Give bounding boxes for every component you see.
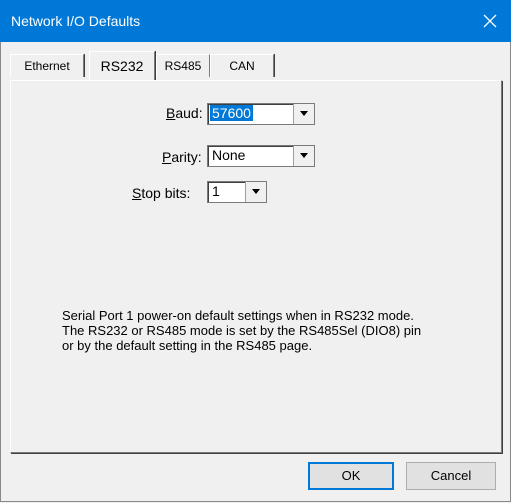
baud-label: Baud: (166, 105, 203, 121)
baud-dropdown-button[interactable] (293, 104, 314, 124)
window-title: Network I/O Defaults (11, 13, 141, 29)
parity-select[interactable]: None (207, 145, 315, 167)
description-line: Serial Port 1 power-on default settings … (62, 308, 414, 323)
tab-rs232[interactable]: RS232 (89, 51, 155, 80)
parity-dropdown-button[interactable] (293, 146, 314, 166)
description-text: Serial Port 1 power-on default settings … (62, 308, 492, 353)
close-button[interactable] (469, 0, 511, 42)
rs232-settings-panel: Baud: 57600 Parity: None Stop bits: 1 (10, 80, 502, 453)
tab-rs232-label: RS232 (100, 58, 144, 74)
stop-bits-dropdown-button[interactable] (245, 182, 266, 202)
title-bar: Network I/O Defaults (0, 0, 511, 42)
stop-bits-value: 1 (212, 183, 220, 199)
parity-label: Parity: (162, 149, 202, 165)
chevron-down-icon (252, 189, 260, 194)
ok-button[interactable]: OK (308, 462, 394, 490)
stop-bits-label: Stop bits: (132, 185, 191, 201)
description-line: or by the default setting in the RS485 p… (62, 338, 313, 353)
baud-select[interactable]: 57600 (207, 103, 315, 125)
parity-value: None (212, 147, 246, 163)
stop-bits-select[interactable]: 1 (207, 181, 267, 203)
chevron-down-icon (300, 111, 308, 116)
description-line: The RS232 or RS485 mode is set by the RS… (62, 323, 422, 338)
chevron-down-icon (300, 153, 308, 158)
tab-rs485[interactable]: RS485 (156, 54, 210, 77)
tab-ethernet[interactable]: Ethernet (10, 54, 84, 77)
tab-ethernet-label: Ethernet (24, 59, 70, 73)
close-icon (483, 14, 497, 28)
tab-can[interactable]: CAN (210, 54, 274, 77)
cancel-button[interactable]: Cancel (406, 462, 496, 490)
tab-can-label: CAN (229, 59, 255, 73)
tab-rs485-label: RS485 (164, 59, 202, 73)
baud-value: 57600 (210, 105, 253, 121)
